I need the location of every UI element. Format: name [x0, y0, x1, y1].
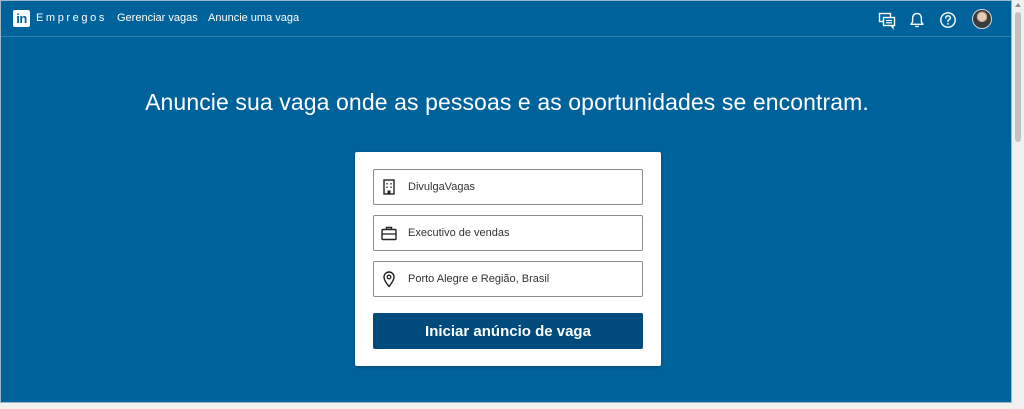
post-job-form-card: DivulgaVagas Executivo de vendas Porto A…: [355, 152, 661, 366]
scroll-up-arrow-icon[interactable]: [1015, 3, 1021, 7]
nav-post-job[interactable]: Anuncie uma vaga: [208, 12, 299, 24]
company-field[interactable]: DivulgaVagas: [373, 169, 643, 205]
notifications-bell-icon[interactable]: [907, 10, 927, 30]
location-value: Porto Alegre e Região, Brasil: [408, 273, 550, 285]
company-value: DivulgaVagas: [408, 181, 476, 193]
start-job-post-button[interactable]: Iniciar anúncio de vaga: [373, 313, 643, 349]
page-headline: Anuncie sua vaga onde as pessoas e as op…: [145, 89, 869, 115]
top-nav-bar: in Empregos Gerenciar vagas Anuncie uma …: [1, 1, 1011, 37]
briefcase-icon: [380, 224, 398, 242]
page-bottom-strip: [0, 403, 1012, 409]
building-icon: [380, 178, 398, 196]
vertical-scrollbar[interactable]: [1012, 0, 1024, 409]
job-title-value: Executivo de vendas: [408, 227, 510, 239]
nav-manage-jobs[interactable]: Gerenciar vagas: [117, 12, 198, 24]
messages-icon[interactable]: [877, 10, 897, 30]
avatar[interactable]: [972, 9, 992, 29]
page-frame: in Empregos Gerenciar vagas Anuncie uma …: [0, 0, 1012, 403]
location-pin-icon: [380, 270, 398, 288]
linkedin-logo-icon[interactable]: in: [13, 10, 30, 27]
help-icon[interactable]: [938, 10, 958, 30]
scrollbar-thumb[interactable]: [1015, 12, 1021, 142]
brand-label[interactable]: Empregos: [36, 12, 107, 24]
location-field[interactable]: Porto Alegre e Região, Brasil: [373, 261, 643, 297]
job-title-field[interactable]: Executivo de vendas: [373, 215, 643, 251]
